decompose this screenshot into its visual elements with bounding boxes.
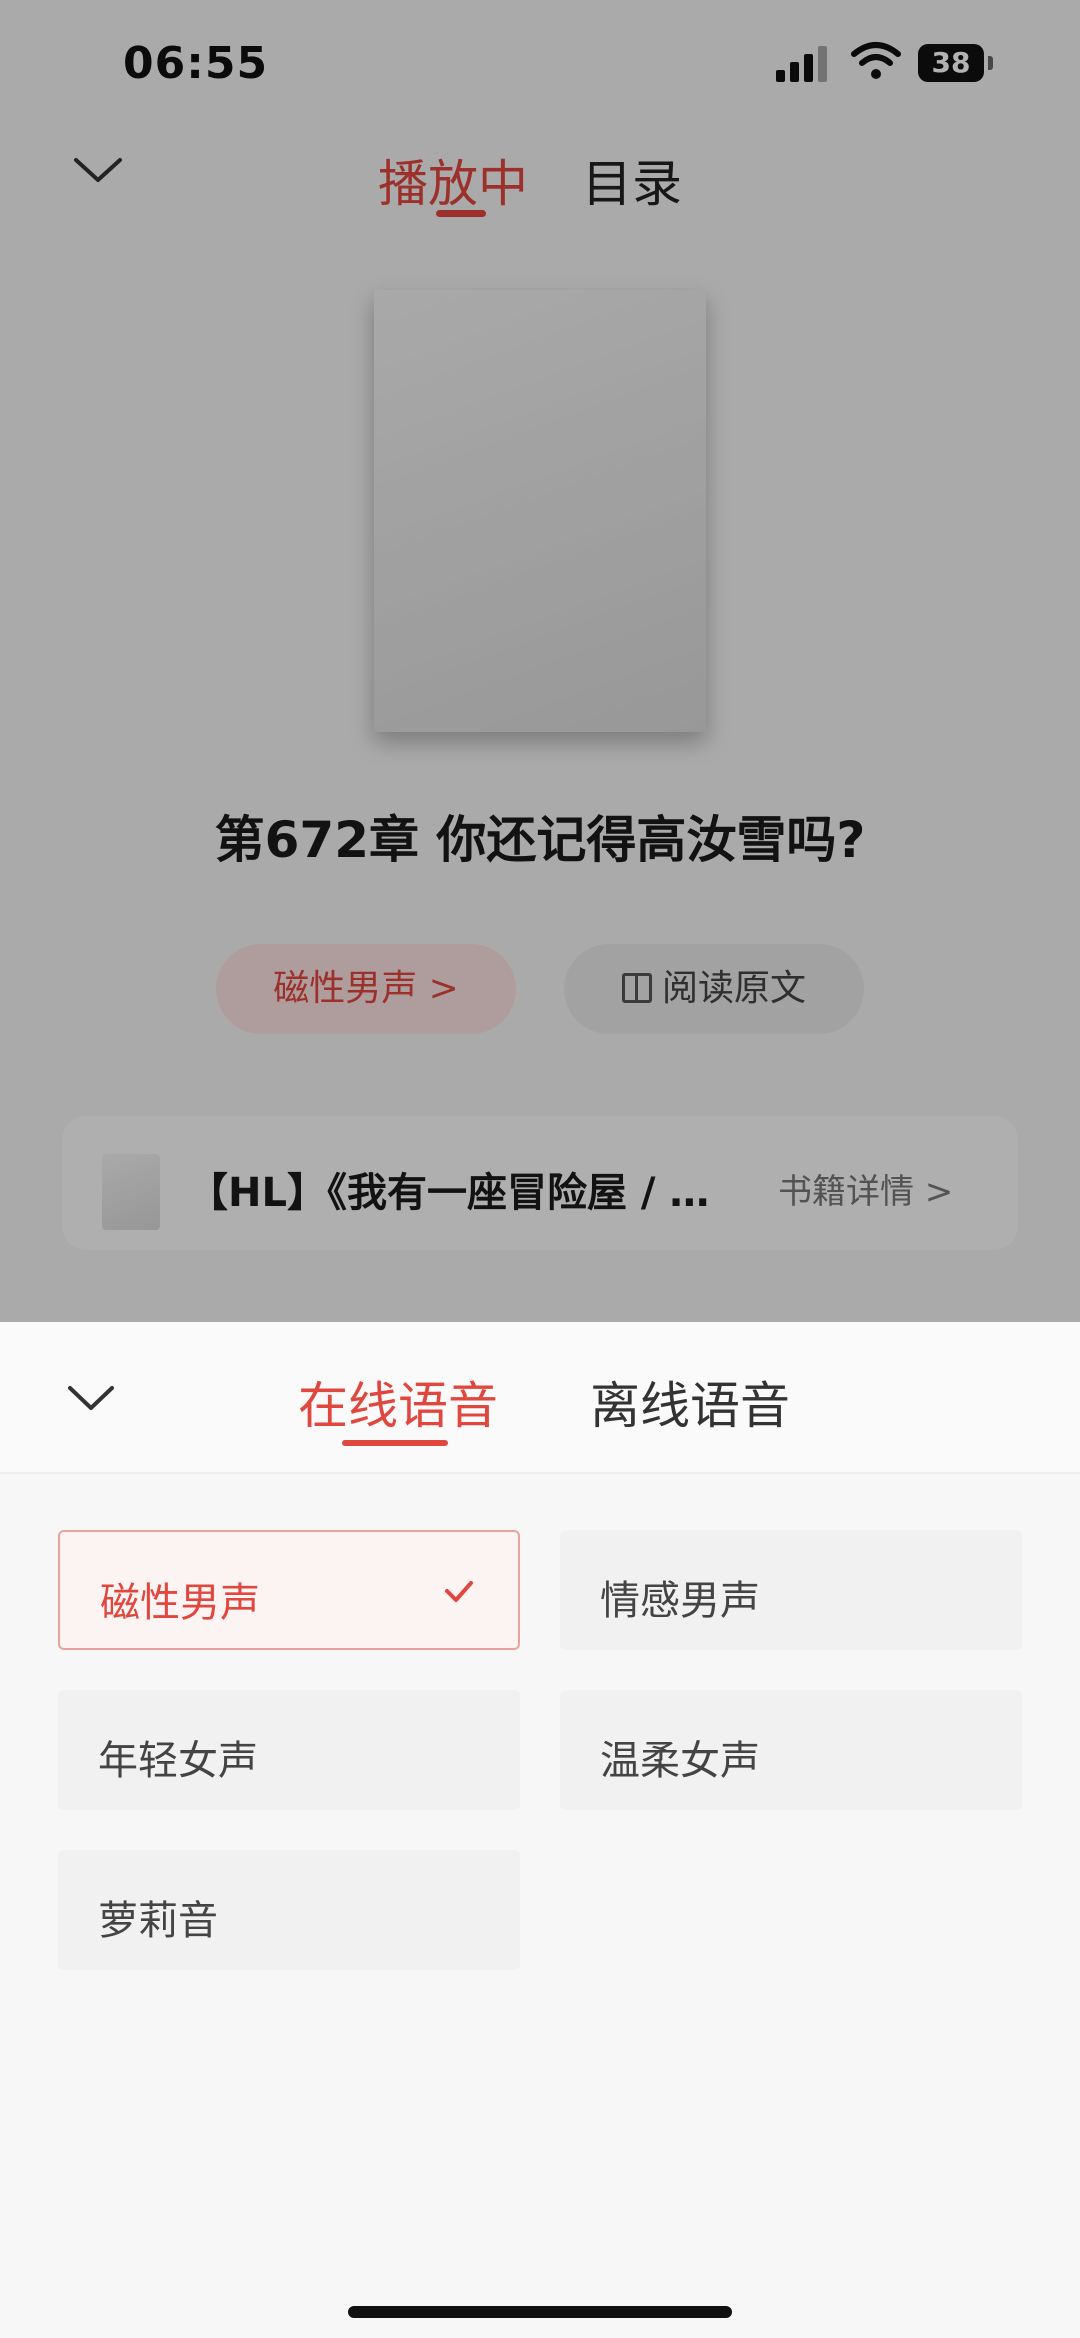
close-sheet-chevron-icon[interactable]	[64, 1378, 118, 1418]
voice-option-label: 情感男声	[600, 1578, 760, 1624]
voice-option-label: 磁性男声	[100, 1580, 260, 1626]
voice-option-label: 萝莉音	[98, 1898, 218, 1944]
voice-option-gentle-female[interactable]: 温柔女声	[560, 1690, 1022, 1810]
voice-option-emotional-male[interactable]: 情感男声	[560, 1530, 1022, 1650]
tab-offline-voice[interactable]: 离线语音	[590, 1366, 790, 1438]
voice-option-magnetic-male[interactable]: 磁性男声	[58, 1530, 520, 1650]
voice-option-young-female[interactable]: 年轻女声	[58, 1690, 520, 1810]
sheet-header: 在线语音 离线语音	[0, 1322, 1080, 1474]
checkmark-icon	[445, 1581, 473, 1602]
voice-option-loli[interactable]: 萝莉音	[58, 1850, 520, 1970]
home-indicator[interactable]	[348, 2306, 732, 2318]
voice-option-label: 温柔女声	[600, 1738, 760, 1784]
tab-online-voice[interactable]: 在线语音	[298, 1366, 498, 1438]
dim-overlay[interactable]	[0, 0, 1080, 1322]
voice-option-label: 年轻女声	[98, 1738, 258, 1784]
voice-sheet: 在线语音 离线语音 磁性男声 情感男声 年轻女声 温柔女声 萝莉音	[0, 1322, 1080, 2338]
active-tab-underline	[342, 1440, 448, 1446]
